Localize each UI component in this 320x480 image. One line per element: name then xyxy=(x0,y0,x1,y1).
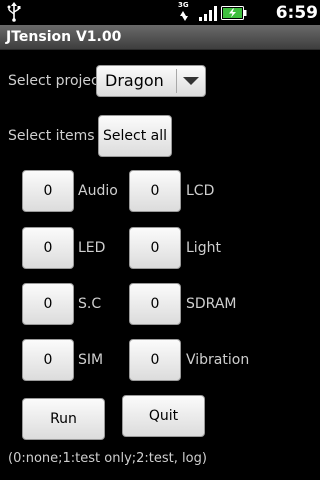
title-bar: JTension V1.00 xyxy=(0,25,320,50)
item-label-lcd: LCD xyxy=(186,183,215,199)
item-label-sc: S.C xyxy=(78,296,102,312)
item-value-sim[interactable]: 0 xyxy=(22,339,74,381)
usb-icon xyxy=(7,2,21,22)
item-value-light[interactable]: 0 xyxy=(129,227,181,269)
status-bar: 3G 6:59 PM xyxy=(0,0,320,45)
item-value-led[interactable]: 0 xyxy=(22,227,74,269)
item-label-audio: Audio xyxy=(78,183,118,199)
item-value-lcd[interactable]: 0 xyxy=(129,170,181,212)
item-value-vibration[interactable]: 0 xyxy=(129,339,181,381)
run-button[interactable]: Run xyxy=(22,398,105,440)
app-title: JTension V1.00 xyxy=(6,29,122,45)
item-value-audio[interactable]: 0 xyxy=(22,170,74,212)
select-all-button[interactable]: Select all xyxy=(98,115,172,157)
item-label-vibration: Vibration xyxy=(186,352,250,368)
item-label-led: LED xyxy=(78,240,106,256)
project-spinner-value: Dragon xyxy=(105,71,164,90)
chevron-down-icon xyxy=(183,77,199,85)
item-label-sim: SIM xyxy=(78,352,104,368)
network-type-label: 3G xyxy=(178,1,189,9)
battery-charging-icon xyxy=(221,6,247,20)
network-activity-icon xyxy=(180,11,188,21)
item-value-sdram[interactable]: 0 xyxy=(129,283,181,325)
signal-icon xyxy=(199,6,217,21)
value-legend-note: (0:none;1:test only;2:test, log) xyxy=(8,451,207,466)
quit-button[interactable]: Quit xyxy=(122,395,205,437)
project-spinner[interactable]: Dragon xyxy=(96,65,206,97)
select-project-label: Select project xyxy=(8,73,105,89)
select-items-label: Select items xyxy=(8,128,95,144)
item-label-sdram: SDRAM xyxy=(186,296,237,312)
item-label-light: Light xyxy=(186,240,221,256)
item-value-sc[interactable]: 0 xyxy=(22,283,74,325)
spinner-divider xyxy=(176,69,177,93)
